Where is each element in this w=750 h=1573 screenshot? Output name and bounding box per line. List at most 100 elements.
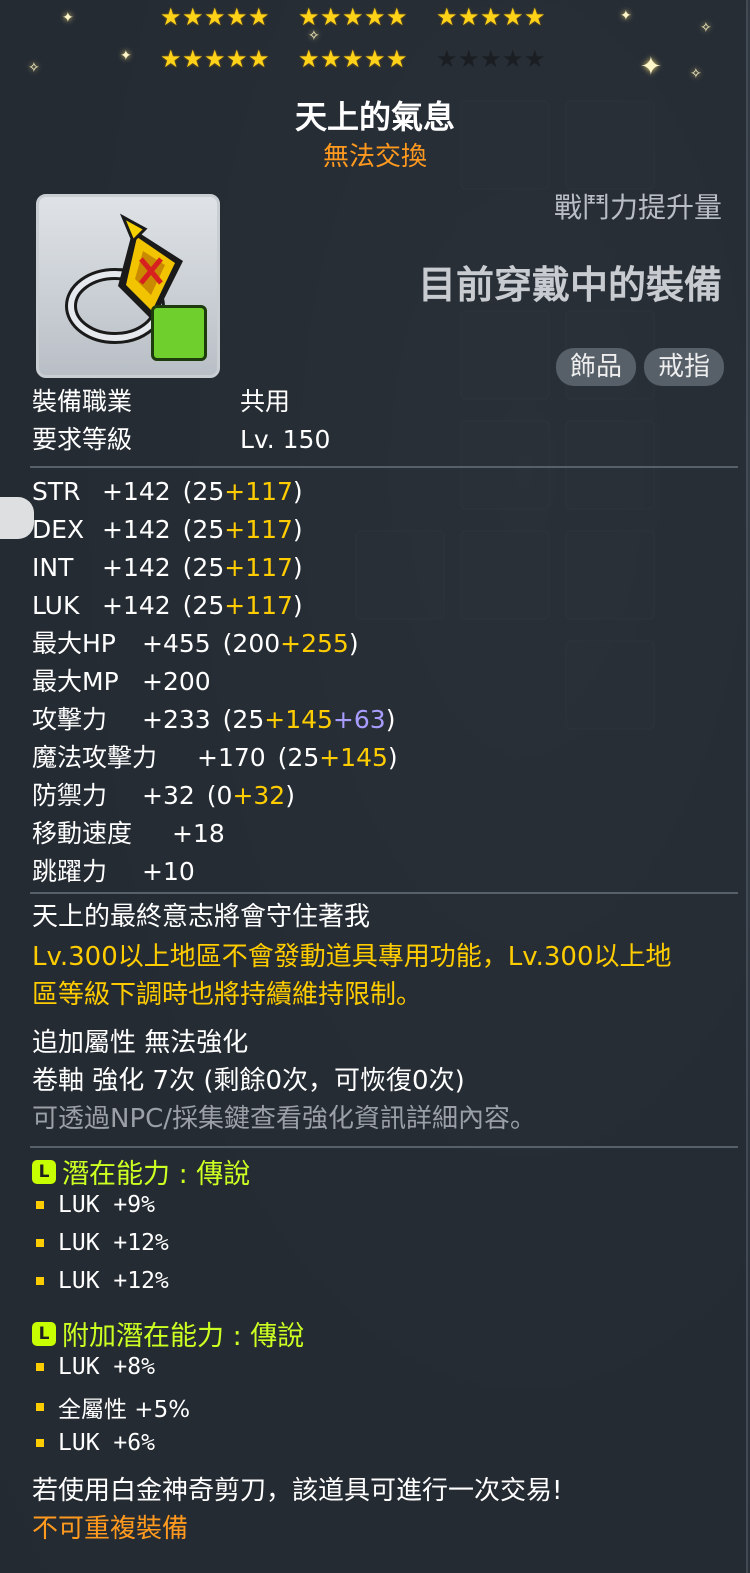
stat-base: (25	[182, 591, 225, 620]
stat-row: STR +142 (25 +117)	[32, 476, 303, 508]
stat-base: (25	[182, 477, 225, 506]
bullet-icon	[36, 1277, 44, 1285]
stat-base: (0	[206, 781, 233, 810]
star-group: ★ ★ ★ ★ ★	[160, 45, 270, 73]
unique-equip-note: 不可重複裝備	[32, 1514, 189, 1544]
stat-base: (25	[182, 515, 225, 544]
stat-base: (25	[277, 743, 320, 772]
potential-title: 潛在能力 : 傳說	[62, 1159, 251, 1190]
bullet-icon	[36, 1363, 44, 1371]
potential-line: LUK +9%	[36, 1192, 155, 1218]
stat-row: 最大MP +200	[32, 666, 223, 698]
star-filled-icon: ★	[502, 3, 524, 31]
stat-total: +10	[142, 857, 195, 886]
star-filled-icon: ★	[320, 3, 342, 31]
category-tags: 飾品 戒指	[555, 348, 724, 386]
additional-potential-title: 附加潛在能力 : 傳說	[62, 1321, 305, 1352]
tradeability-label: 無法交換	[322, 142, 427, 172]
stat-row: 最大HP +455 (200 +255)	[32, 628, 359, 660]
stat-base: (200	[222, 629, 281, 658]
stat-close: )	[348, 629, 359, 658]
star-group: ★ ★ ★ ★ ★	[436, 45, 546, 73]
star-filled-icon: ★	[458, 3, 480, 31]
stat-bonus: +255	[280, 629, 349, 658]
star-force-row-1: ★ ★ ★ ★ ★ ★ ★ ★ ★ ★ ★ ★ ★ ★ ★	[160, 3, 570, 31]
stat-label: 攻擊力	[32, 705, 108, 734]
stat-label: 最大HP	[32, 629, 116, 658]
star-filled-icon: ★	[342, 45, 364, 73]
hand-cursor-icon	[0, 497, 34, 539]
stat-close: )	[292, 515, 303, 544]
divider	[30, 466, 738, 468]
sparkle-icon: ✧	[28, 60, 40, 76]
additional-potential-line: LUK +8%	[36, 1354, 155, 1380]
stat-bonus: +117	[224, 477, 293, 506]
stat-close: )	[285, 781, 295, 810]
star-filled-icon: ★	[160, 3, 182, 31]
bullet-icon	[36, 1439, 44, 1447]
bullet-icon	[36, 1239, 44, 1247]
star-filled-icon: ★	[298, 45, 320, 73]
additional-potential-line: 全屬性 +5%	[36, 1390, 190, 1424]
star-filled-icon: ★	[480, 3, 502, 31]
star-filled-icon: ★	[160, 45, 182, 73]
sparkle-icon: ✧	[690, 66, 702, 82]
star-filled-icon: ★	[364, 45, 386, 73]
equipped-label: 目前穿戴中的裝備	[417, 263, 722, 307]
level-warning-line-1: Lv.300以上地區不會發動道具專用功能，Lv.300以上地	[32, 942, 672, 972]
stat-row: 防禦力 +32 (0 +32)	[32, 780, 295, 812]
stat-label: 移動速度	[32, 819, 133, 848]
star-group: ★ ★ ★ ★ ★	[436, 3, 546, 31]
stat-bonus: +117	[224, 515, 293, 544]
star-filled-icon: ★	[204, 3, 226, 31]
stat-total: +32	[142, 781, 195, 810]
combat-power-label: 戰鬥力提升量	[553, 191, 722, 224]
stat-row: INT +142 (25 +117)	[32, 552, 303, 584]
star-filled-icon: ★	[436, 3, 458, 31]
scroll-text: 卷軸 強化 7次 (剩餘0次，可恢復0次)	[32, 1066, 465, 1096]
star-filled-icon: ★	[248, 3, 270, 31]
stat-label: 防禦力	[32, 781, 108, 810]
item-name: 天上的氣息	[294, 98, 455, 136]
stat-row: DEX +142 (25 +117)	[32, 514, 303, 546]
flavor-text: 天上的最終意志將會守住著我	[32, 902, 371, 932]
requirement-job: 裝備職業 共用	[32, 387, 290, 416]
star-force-row-2: ★ ★ ★ ★ ★ ★ ★ ★ ★ ★ ★ ★ ★ ★ ★	[160, 45, 570, 73]
stat-total: +455	[142, 629, 211, 658]
stat-row: LUK +142 (25 +117)	[32, 590, 303, 622]
stat-total: +233	[142, 705, 211, 734]
stat-label: INT	[32, 553, 74, 582]
sparkle-icon: ✦	[620, 8, 632, 24]
potential-line: LUK +12%	[36, 1230, 169, 1256]
star-filled-icon: ★	[386, 45, 408, 73]
divider	[30, 1146, 738, 1148]
add-option-text: 追加屬性 無法強化	[32, 1028, 249, 1058]
divider	[30, 892, 738, 894]
bullet-icon	[36, 1201, 44, 1209]
stat-label: 最大MP	[32, 667, 119, 696]
stat-label: LUK	[32, 591, 80, 620]
star-filled-icon: ★	[226, 45, 248, 73]
sparkle-icon: ✧	[700, 20, 712, 36]
stat-bonus: +145	[264, 705, 333, 734]
stat-label: 魔法攻擊力	[32, 743, 158, 772]
star-filled-icon: ★	[342, 3, 364, 31]
stat-total: +18	[172, 819, 225, 848]
stat-total: +142	[102, 477, 171, 506]
requirement-level: 要求等級 Lv. 150	[32, 425, 331, 454]
npc-hint-text: 可透過NPC/採集鍵查看強化資訊詳細內容。	[32, 1104, 537, 1134]
stat-extra: +63	[332, 705, 386, 734]
stat-total: +170	[197, 743, 266, 772]
star-filled-icon: ★	[182, 3, 204, 31]
sparkle-icon: ✦	[120, 48, 132, 64]
stat-close: )	[292, 477, 303, 506]
level-warning-line-2: 區等級下調時也將持續維持限制。	[32, 980, 423, 1010]
stat-total: +142	[102, 553, 171, 582]
stat-label: DEX	[32, 515, 85, 544]
stat-base: (25	[222, 705, 265, 734]
star-empty-icon: ★	[524, 45, 546, 73]
item-icon	[36, 194, 220, 378]
star-empty-icon: ★	[458, 45, 480, 73]
lock-icon	[151, 305, 207, 361]
tag-ring: 戒指	[643, 348, 724, 386]
